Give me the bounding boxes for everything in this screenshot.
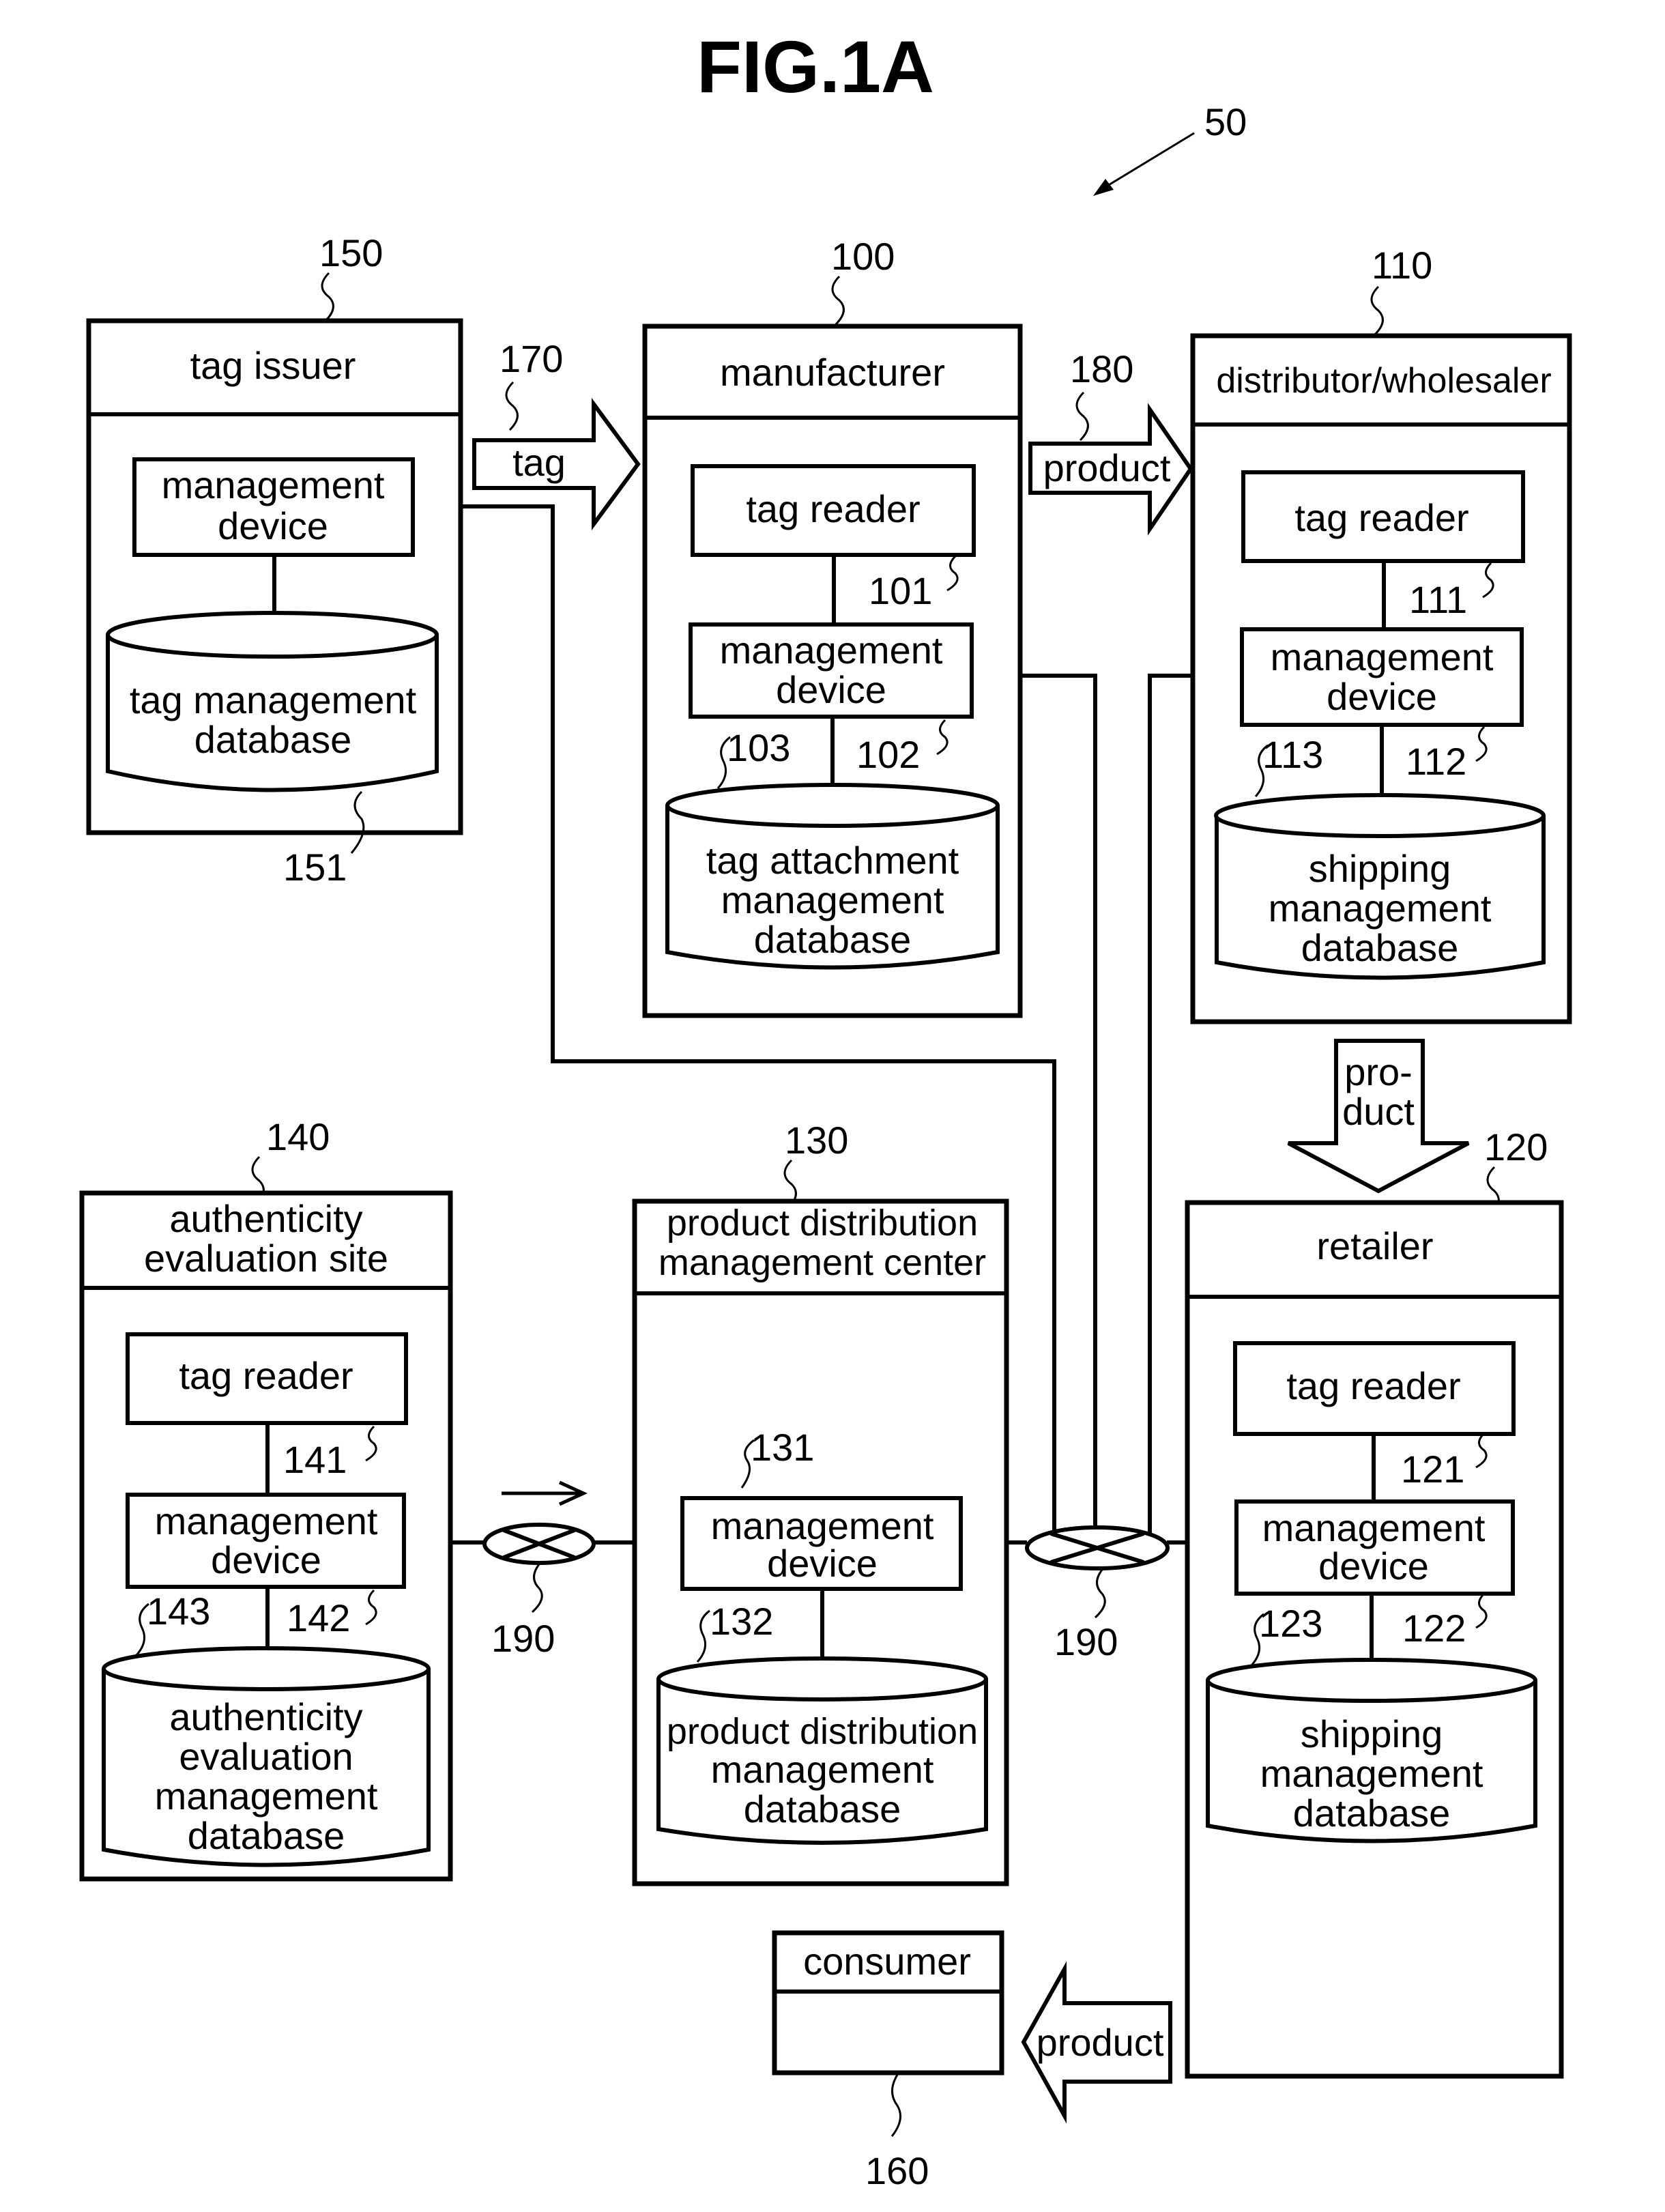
device-ref: 102	[856, 733, 920, 776]
database-ref: 103	[727, 726, 790, 769]
reader-label: tag reader	[179, 1354, 353, 1397]
device-ref: 142	[287, 1596, 350, 1639]
device-label-line1: management	[1262, 1506, 1486, 1549]
database-label-line1: shipping	[1309, 847, 1451, 890]
device-label-line1: management	[711, 1504, 934, 1547]
device-label-line1: management	[162, 463, 385, 506]
database-label-line1: product distribution	[667, 1711, 978, 1752]
network-right-leader	[1094, 1569, 1106, 1619]
center-title-line1: product distribution	[667, 1203, 978, 1244]
product-flow-arrow-distributor: 180 product	[1028, 347, 1193, 536]
device-label-line2: device	[767, 1542, 878, 1585]
product-flow-label-line2: duct	[1342, 1090, 1415, 1133]
network-left-ref: 190	[491, 1617, 555, 1660]
manufacturer-title: manufacturer	[720, 351, 945, 394]
reader-ref: 111	[1409, 578, 1467, 621]
device-label-line1: management	[1271, 635, 1494, 678]
tag-flow-ref: 170	[499, 337, 563, 380]
database-label-line3: management	[155, 1775, 378, 1818]
product-flow-label: product	[1043, 446, 1171, 489]
tag-issuer-block: 150 tag issuer management device tag man…	[86, 231, 463, 889]
center-title-line2: management center	[658, 1242, 986, 1283]
distributor-block: 110 distributor/wholesaler tag reader 11…	[1190, 244, 1572, 1024]
database-ref: 123	[1259, 1602, 1322, 1645]
consumer-block: consumer 160	[772, 1930, 1004, 2192]
device-label-line2: device	[1318, 1545, 1429, 1588]
product-flow-ref: 180	[1070, 347, 1133, 390]
data-direction-arrow	[502, 1480, 588, 1506]
device-label-line2: device	[776, 668, 886, 711]
product-flow-arrow-retailer: pro- duct	[1287, 1039, 1470, 1194]
network-left-leader	[531, 1564, 543, 1613]
system-ref-label: 50	[1204, 100, 1247, 143]
database-label-line3: database	[744, 1787, 901, 1830]
tag-flow-label: tag	[512, 441, 566, 484]
device-label-line1: management	[155, 1499, 378, 1542]
database-label-line1: authenticity	[169, 1695, 362, 1738]
database-label-line1: shipping	[1301, 1712, 1443, 1755]
product-flow-label: product	[1037, 2021, 1164, 2064]
reader-label: tag reader	[1294, 496, 1468, 539]
database-label-line3: database	[1293, 1792, 1450, 1835]
database-ref: 143	[147, 1590, 210, 1633]
database-label-line2: database	[194, 718, 351, 761]
reader-ref: 121	[1401, 1448, 1464, 1491]
database-label-line2: management	[1260, 1752, 1483, 1795]
distributor-title: distributor/wholesaler	[1216, 361, 1551, 401]
figure-title: FIG.1A	[697, 25, 934, 108]
database-label-line2: management	[1269, 887, 1492, 930]
tag-flow-arrow: 170 tag	[472, 337, 641, 531]
evaluation-site-ref: 140	[266, 1115, 330, 1158]
evaluation-site-block: 140 authenticity evaluation site tag rea…	[79, 1115, 453, 1882]
network-node-right	[1025, 1525, 1170, 1570]
database-label-line4: database	[188, 1814, 345, 1857]
reader-ref: 141	[283, 1438, 347, 1481]
device-ref: 112	[1406, 740, 1466, 783]
database-label-line3: database	[754, 918, 911, 961]
retailer-frame	[1185, 1200, 1564, 2079]
database-label-line2: management	[711, 1748, 934, 1791]
retailer-ref: 120	[1484, 1125, 1548, 1168]
database-label-line2: management	[721, 878, 944, 921]
reader-label: tag reader	[746, 487, 920, 530]
retailer-title: retailer	[1316, 1224, 1433, 1267]
product-flow-label-line1: pro-	[1344, 1050, 1413, 1093]
distributor-ref: 110	[1372, 244, 1432, 287]
database-ref: 151	[283, 846, 347, 889]
retailer-block: 120 retailer tag reader 121 management d…	[1185, 1125, 1564, 2079]
consumer-title: consumer	[803, 1940, 971, 1983]
database-label-line2: evaluation	[179, 1735, 353, 1778]
product-flow-arrow-consumer: product	[1021, 1961, 1172, 2124]
device-label-line1: management	[720, 629, 943, 672]
device-label-line2: device	[218, 504, 328, 547]
figure-canvas: FIG.1A 50 190 190 150 tag issuer managem…	[79, 25, 1572, 2192]
tag-issuer-title: tag issuer	[190, 344, 356, 387]
center-ref: 130	[785, 1119, 848, 1162]
consumer-ref: 160	[865, 2149, 929, 2192]
database-label-line1: tag attachment	[706, 839, 959, 882]
device-ref: 131	[751, 1426, 814, 1469]
tag-issuer-ref: 150	[319, 231, 383, 274]
database-label-line1: tag management	[130, 678, 417, 721]
device-label-line2: device	[211, 1538, 321, 1581]
network-node-left	[482, 1523, 596, 1565]
system-ref-arrow	[1093, 132, 1195, 196]
evaluation-site-title-line2: evaluation site	[144, 1237, 388, 1280]
reader-ref: 101	[869, 569, 932, 612]
database-label-line3: database	[1301, 926, 1458, 969]
device-label-line2: device	[1327, 675, 1437, 718]
device-ref: 122	[1402, 1607, 1466, 1650]
center-block: 130 product distribution management cent…	[632, 1119, 1009, 1886]
manufacturer-block: 100 manufacturer tag reader 101 manageme…	[642, 235, 1023, 1018]
network-right-ref: 190	[1054, 1620, 1118, 1663]
database-ref: 132	[710, 1600, 773, 1643]
reader-label: tag reader	[1286, 1364, 1460, 1407]
evaluation-site-title-line1: authenticity	[169, 1197, 362, 1240]
manufacturer-ref: 100	[831, 235, 895, 278]
leader-line	[321, 272, 334, 322]
database-ref: 113	[1262, 733, 1323, 776]
